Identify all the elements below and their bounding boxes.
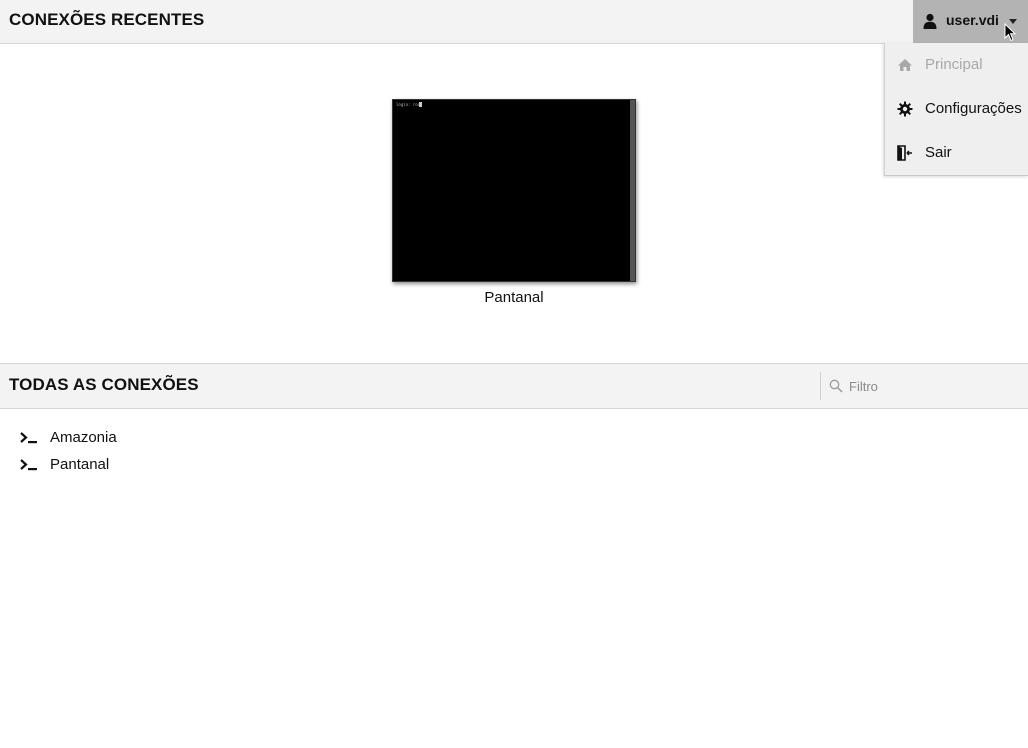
terminal-prompt-icon [20,432,37,444]
menu-item-principal-label: Principal [925,56,983,73]
gear-icon [897,101,913,117]
recent-connection-name: Pantanal [484,289,544,306]
all-connections-list: Amazonia Pantanal [20,428,220,482]
menu-item-sair[interactable]: Sair [885,131,1028,175]
all-connections-header: TODAS AS CONEXÕES [0,363,1028,409]
menu-item-configuracoes[interactable]: Configurações [885,87,1028,131]
recent-connections-header: CONEXÕES RECENTES user.vdi [0,0,1028,44]
home-icon [898,59,912,71]
connection-item-amazonia[interactable]: Amazonia [20,428,220,455]
menu-item-principal: Principal [885,43,1028,87]
terminal-prompt-icon [20,459,37,471]
mouse-cursor-icon [1004,23,1016,42]
connection-name: Pantanal [50,456,110,473]
filter-input[interactable] [849,374,1025,398]
thumbnail-scrollbar [630,100,635,281]
all-connections-title: TODAS AS CONEXÕES [9,375,199,394]
recent-connections-title: CONEXÕES RECENTES [9,10,205,29]
thumbnail-terminal-cursor [419,102,422,107]
search-icon [829,379,843,393]
connection-thumbnail[interactable]: login: root [392,99,636,282]
menu-item-sair-label: Sair [925,144,952,161]
connection-item-pantanal[interactable]: Pantanal [20,455,220,482]
filter-box [820,372,1028,400]
connection-name: Amazonia [50,429,117,446]
user-icon [923,13,937,29]
logout-icon [897,145,912,161]
username-label: user.vdi [946,12,999,28]
menu-item-configuracoes-label: Configurações [925,100,1022,117]
user-dropdown-menu: Principal Configurações Sair [884,43,1028,176]
